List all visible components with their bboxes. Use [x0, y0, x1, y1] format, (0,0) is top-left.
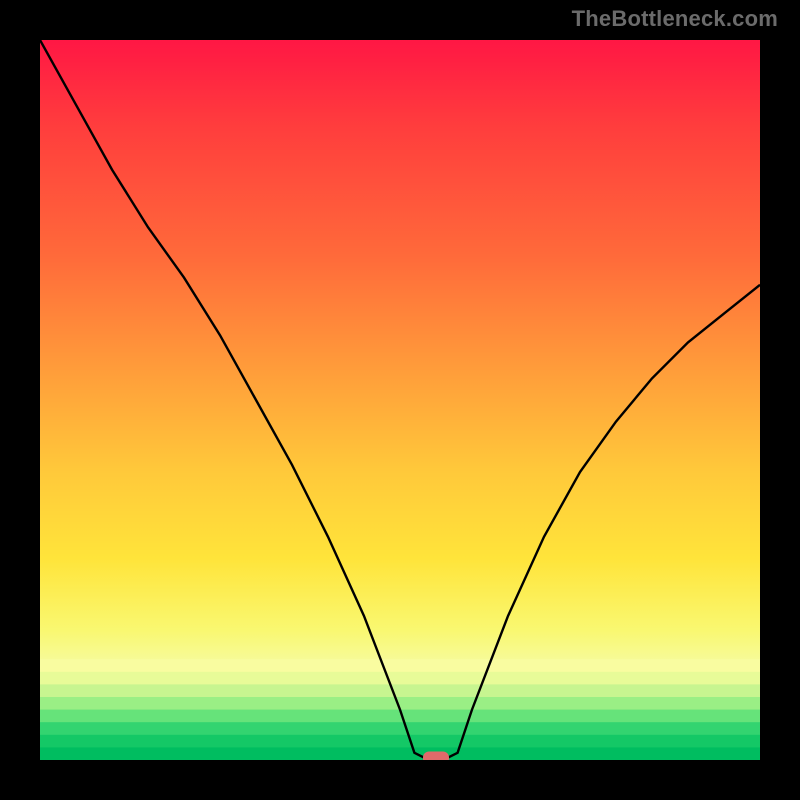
plot-area: [40, 40, 760, 760]
chart-svg: [40, 40, 760, 760]
watermark-text: TheBottleneck.com: [572, 6, 778, 32]
chart-frame: TheBottleneck.com: [0, 0, 800, 800]
minimum-marker: [423, 752, 449, 761]
gradient-background: [40, 40, 760, 760]
